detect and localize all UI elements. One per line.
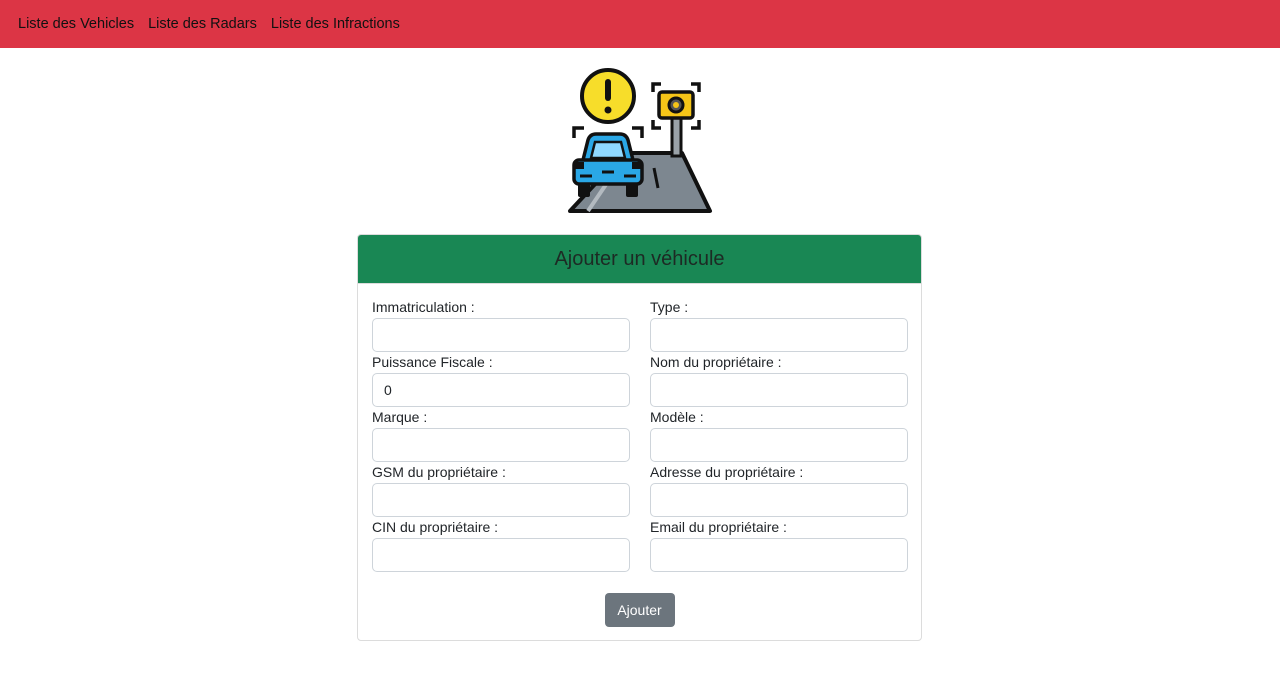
- form-fields: Immatriculation : Type : Puissance Fisca…: [372, 298, 908, 573]
- top-navbar: Liste des Vehicles Liste des Radars List…: [0, 0, 1280, 48]
- nom-proprietaire-input[interactable]: [650, 373, 908, 407]
- add-vehicle-form: Ajouter un véhicule Immatriculation : Ty…: [357, 234, 922, 641]
- email-proprietaire-label: Email du propriétaire :: [650, 519, 787, 535]
- nav-link-radars[interactable]: Liste des Radars: [148, 16, 257, 32]
- puissance-fiscale-input[interactable]: [372, 373, 630, 407]
- gsm-proprietaire-input[interactable]: [372, 483, 630, 517]
- nav-link-vehicles[interactable]: Liste des Vehicles: [18, 16, 134, 32]
- modele-field-group: Modèle :: [650, 408, 908, 463]
- speed-radar-car-warning-icon: [566, 68, 714, 214]
- immatriculation-field-group: Immatriculation :: [372, 298, 630, 353]
- email-proprietaire-input[interactable]: [650, 538, 908, 572]
- marque-input[interactable]: [372, 428, 630, 462]
- type-field-group: Type :: [650, 298, 908, 353]
- cin-proprietaire-input[interactable]: [372, 538, 630, 572]
- cin-proprietaire-label: CIN du propriétaire :: [372, 519, 499, 535]
- submit-row: Ajouter: [358, 593, 921, 627]
- gsm-proprietaire-label: GSM du propriétaire :: [372, 464, 506, 480]
- nom-proprietaire-label: Nom du propriétaire :: [650, 354, 782, 370]
- ajouter-button[interactable]: Ajouter: [604, 593, 675, 627]
- marque-field-group: Marque :: [372, 408, 630, 463]
- adresse-proprietaire-input[interactable]: [650, 483, 908, 517]
- form-title: Ajouter un véhicule: [554, 247, 725, 270]
- immatriculation-label: Immatriculation :: [372, 299, 475, 315]
- adresse-proprietaire-field-group: Adresse du propriétaire :: [650, 463, 908, 518]
- nom-proprietaire-field-group: Nom du propriétaire :: [650, 353, 908, 408]
- modele-label: Modèle :: [650, 409, 704, 425]
- type-label: Type :: [650, 299, 689, 315]
- modele-input[interactable]: [650, 428, 908, 462]
- immatriculation-input[interactable]: [372, 318, 630, 352]
- type-input[interactable]: [650, 318, 908, 352]
- form-header: Ajouter un véhicule: [358, 235, 921, 284]
- gsm-proprietaire-field-group: GSM du propriétaire :: [372, 463, 630, 518]
- nav-link-infractions[interactable]: Liste des Infractions: [271, 16, 400, 32]
- cin-proprietaire-field-group: CIN du propriétaire :: [372, 518, 630, 573]
- adresse-proprietaire-label: Adresse du propriétaire :: [650, 464, 804, 480]
- email-proprietaire-field-group: Email du propriétaire :: [650, 518, 908, 573]
- puissance-fiscale-field-group: Puissance Fiscale :: [372, 353, 630, 408]
- puissance-fiscale-label: Puissance Fiscale :: [372, 354, 493, 370]
- marque-label: Marque :: [372, 409, 428, 425]
